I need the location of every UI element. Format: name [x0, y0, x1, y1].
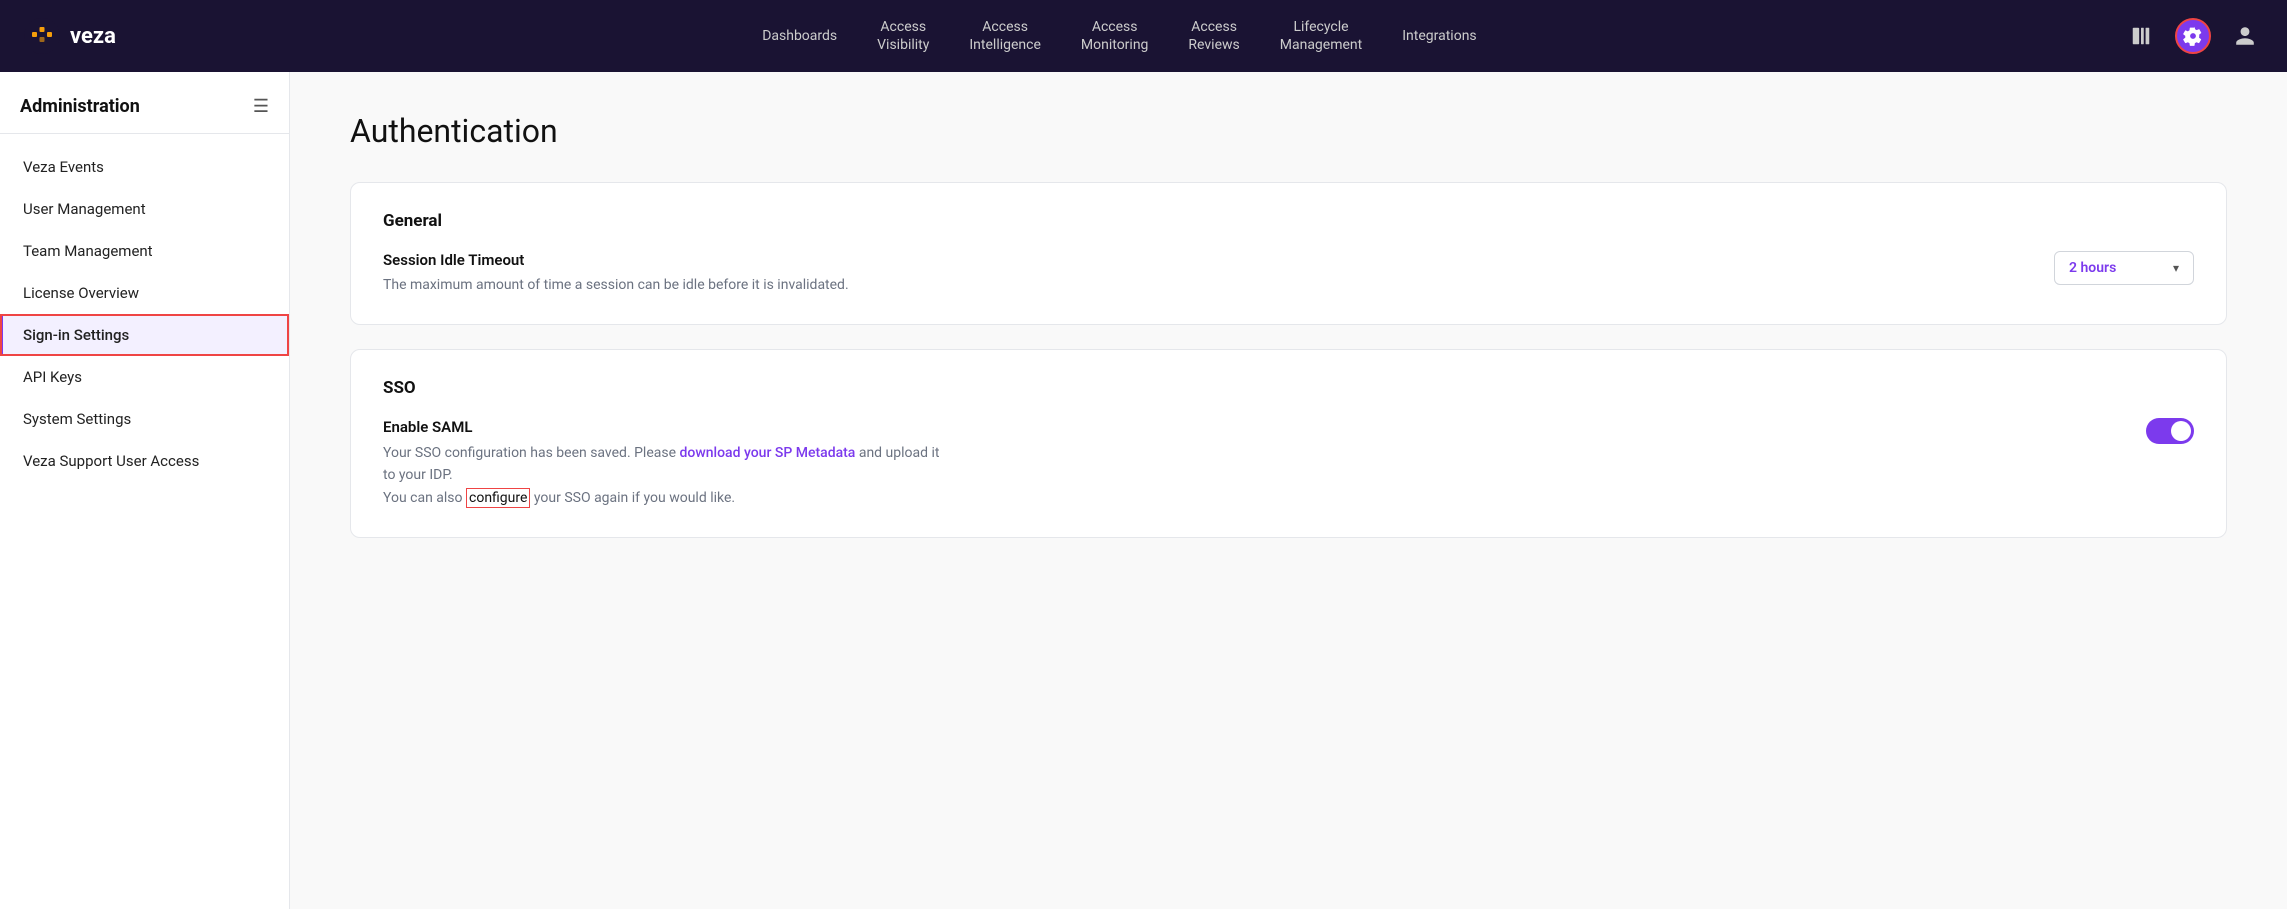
veza-logo-icon — [24, 18, 60, 54]
session-idle-info: Session Idle Timeout The maximum amount … — [383, 251, 2030, 296]
user-icon — [2234, 25, 2256, 47]
timeout-dropdown[interactable]: 2 hours ▾ — [2054, 251, 2194, 285]
settings-icon — [2183, 26, 2203, 46]
enable-saml-row: Enable SAML Your SSO configuration has b… — [383, 418, 2194, 509]
sso-description: Your SSO configuration has been saved. P… — [383, 442, 943, 509]
session-idle-row: Session Idle Timeout The maximum amount … — [383, 251, 2194, 296]
sidebar-item-user-management[interactable]: User Management — [0, 188, 289, 230]
session-idle-desc: The maximum amount of time a session can… — [383, 275, 943, 296]
logo[interactable]: veza — [24, 18, 116, 54]
nav-dashboards[interactable]: Dashboards — [746, 19, 853, 53]
nav-access-visibility[interactable]: AccessVisibility — [861, 10, 945, 62]
main-content: Authentication General Session Idle Time… — [290, 72, 2287, 909]
sidebar-item-api-keys[interactable]: API Keys — [0, 356, 289, 398]
sidebar-header: Administration ☰ — [0, 72, 289, 134]
toggle-thumb — [2171, 421, 2191, 441]
nav-access-monitoring[interactable]: AccessMonitoring — [1065, 10, 1165, 62]
nav-lifecycle-management[interactable]: LifecycleManagement — [1264, 10, 1378, 62]
general-card: General Session Idle Timeout The maximum… — [350, 182, 2227, 325]
settings-button[interactable] — [2175, 18, 2211, 54]
configure-sso-link[interactable]: configure — [466, 488, 530, 508]
nav-access-reviews[interactable]: AccessReviews — [1172, 10, 1255, 62]
sidebar-item-sign-in-settings[interactable]: Sign-in Settings — [0, 314, 289, 356]
nav-integrations[interactable]: Integrations — [1386, 19, 1492, 53]
logo-text: veza — [70, 24, 116, 49]
sso-configure-before: You can also — [383, 490, 466, 506]
navbar: veza Dashboards AccessVisibility AccessI… — [0, 0, 2287, 72]
session-idle-label: Session Idle Timeout — [383, 251, 2030, 269]
sidebar-item-veza-events[interactable]: Veza Events — [0, 146, 289, 188]
sso-card: SSO Enable SAML Your SSO configuration h… — [350, 349, 2227, 538]
catalog-icon — [2130, 25, 2152, 47]
navbar-links: Dashboards AccessVisibility AccessIntell… — [148, 10, 2091, 62]
sidebar: Administration ☰ Veza Events User Manage… — [0, 72, 290, 909]
general-section-title: General — [383, 211, 2194, 231]
sidebar-item-team-management[interactable]: Team Management — [0, 230, 289, 272]
sidebar-item-license-overview[interactable]: License Overview — [0, 272, 289, 314]
sidebar-item-system-settings[interactable]: System Settings — [0, 398, 289, 440]
sidebar-item-veza-support-user-access[interactable]: Veza Support User Access — [0, 440, 289, 482]
timeout-value: 2 hours — [2069, 260, 2116, 276]
nav-access-intelligence[interactable]: AccessIntelligence — [953, 10, 1057, 62]
sidebar-nav: Veza Events User Management Team Managem… — [0, 134, 289, 494]
enable-saml-label: Enable SAML — [383, 418, 2122, 436]
sso-section-title: SSO — [383, 378, 2194, 398]
enable-saml-info: Enable SAML Your SSO configuration has b… — [383, 418, 2122, 509]
sidebar-title: Administration — [20, 96, 140, 117]
catalog-button[interactable] — [2123, 18, 2159, 54]
download-sp-metadata-link[interactable]: download your SP Metadata — [680, 445, 856, 461]
timeout-control: 2 hours ▾ — [2054, 251, 2194, 285]
navbar-right — [2123, 18, 2263, 54]
chevron-down-icon: ▾ — [2173, 261, 2179, 275]
user-button[interactable] — [2227, 18, 2263, 54]
sso-configure-after: your SSO again if you would like. — [530, 490, 735, 506]
toggle-track[interactable] — [2146, 418, 2194, 444]
layout: Administration ☰ Veza Events User Manage… — [0, 72, 2287, 909]
saml-toggle[interactable] — [2146, 418, 2194, 444]
saml-toggle-control — [2146, 418, 2194, 444]
sso-desc-before: Your SSO configuration has been saved. P… — [383, 445, 680, 461]
page-title: Authentication — [350, 112, 2227, 150]
sidebar-toggle-button[interactable]: ☰ — [253, 96, 269, 117]
